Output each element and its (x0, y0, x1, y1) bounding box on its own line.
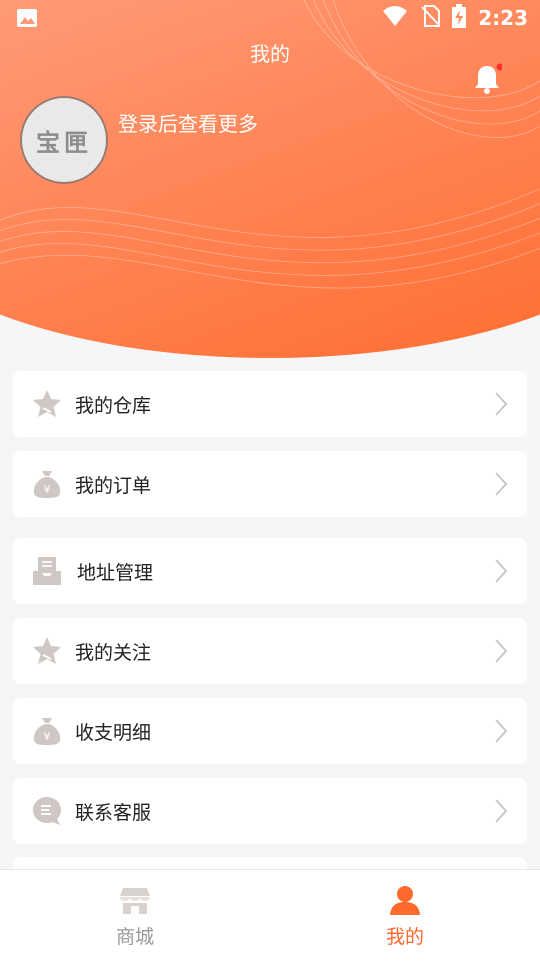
avatar-logo-text: 宝匣 (36, 128, 92, 157)
money-bag-icon: ¥ (33, 718, 61, 745)
menu-item-warehouse[interactable]: 我的仓库 (13, 371, 527, 437)
image-icon (16, 8, 38, 32)
no-sim-icon (420, 5, 441, 31)
chat-icon (33, 797, 61, 825)
page-title: 我的 (250, 42, 290, 66)
tab-label: 我的 (385, 926, 424, 948)
status-time: 2:23 (478, 6, 528, 30)
store-icon (120, 888, 150, 914)
menu-item-label: 我的关注 (75, 641, 152, 664)
menu-item-label: 联系客服 (75, 801, 152, 824)
chevron-right-icon (495, 559, 508, 583)
menu-item-label: 收支明细 (75, 721, 152, 744)
menu-item-label: 地址管理 (77, 561, 154, 584)
status-bar: 2:23 (0, 0, 540, 36)
login-hint[interactable]: 登录后查看更多 (118, 108, 258, 137)
wifi-icon (382, 5, 408, 31)
menu-item-address[interactable]: 地址管理 (13, 538, 527, 604)
star-icon (33, 637, 61, 664)
notification-bell-icon[interactable] (472, 62, 504, 96)
tab-mine[interactable]: 我的 (270, 870, 540, 961)
tab-mall[interactable]: 商城 (0, 870, 270, 961)
menu-item-customer-service[interactable]: 联系客服 (13, 778, 527, 844)
svg-text:¥: ¥ (44, 483, 51, 496)
user-icon (390, 886, 420, 915)
menu-item-following[interactable]: 我的关注 (13, 618, 527, 684)
star-icon (33, 390, 61, 417)
menu-item-label: 我的订单 (75, 474, 152, 497)
menu-item-transactions[interactable]: ¥ 收支明细 (13, 698, 527, 764)
chevron-right-icon (495, 639, 508, 663)
profile-header: 2:23 我的 宝匣 登录后查看更多 (0, 0, 540, 360)
chevron-right-icon (495, 799, 508, 823)
chevron-right-icon (495, 719, 508, 743)
chevron-right-icon (495, 472, 508, 496)
avatar[interactable]: 宝匣 (20, 96, 108, 184)
chevron-right-icon (495, 392, 508, 416)
menu-item-label: 我的仓库 (75, 394, 152, 417)
menu-item-orders[interactable]: ¥ 我的订单 (13, 451, 527, 517)
battery-charging-icon (452, 4, 467, 32)
money-bag-icon: ¥ (33, 471, 61, 498)
inbox-icon (33, 557, 61, 585)
svg-text:¥: ¥ (44, 730, 51, 743)
tab-label: 商城 (115, 926, 154, 948)
bottom-tab-bar: 商城 我的 (0, 869, 540, 961)
